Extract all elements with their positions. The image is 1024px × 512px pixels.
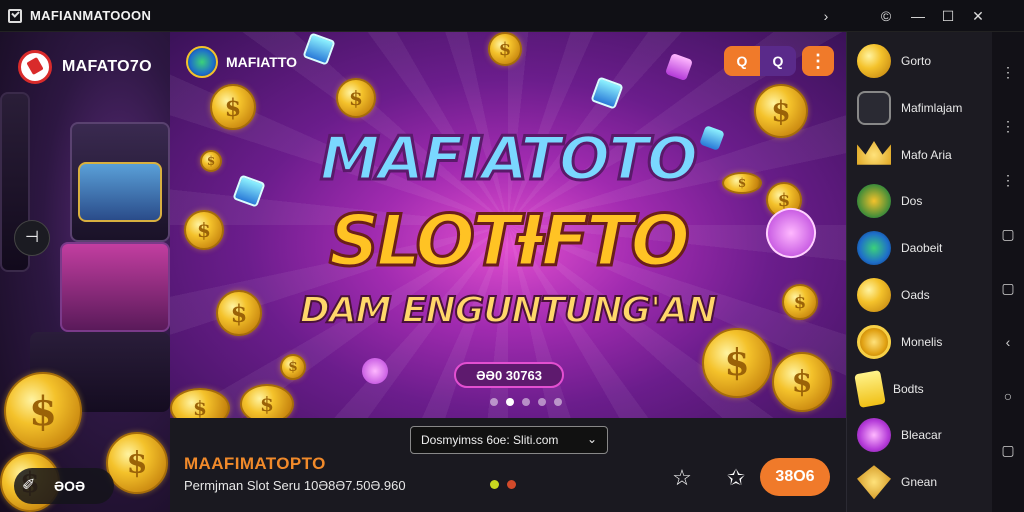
gold-coin-icon — [170, 388, 230, 418]
game-subtitle: Permjman Slot Seru 10Ə8Ə7.50Ə.960 — [184, 478, 406, 493]
card-icon — [854, 369, 886, 408]
sidebar-item[interactable]: Gnean — [847, 459, 993, 505]
sidebar-item-label: Daobeit — [901, 241, 943, 256]
collapse-button[interactable]: ⊣ — [14, 220, 50, 256]
tag-icon: ✐ — [22, 477, 36, 494]
sidebar-item-label: Bodts — [893, 381, 924, 396]
sidebar-item-label: Gorto — [901, 54, 932, 68]
sidebar-item-label: Mafimlajam — [901, 100, 963, 115]
sidebar-item-label: Gnean — [901, 475, 938, 490]
carousel-dot[interactable] — [538, 398, 546, 406]
sidebar-item-label: Monelis — [901, 334, 943, 349]
left-brand[interactable]: MAFATO7O — [18, 50, 152, 84]
headline-main: SLOTƗFTO — [327, 199, 691, 284]
left-footer-button[interactable]: ✐ ƏOƏ — [14, 468, 114, 504]
minimize-icon[interactable]: — — [908, 6, 928, 26]
gold-coin-icon — [857, 324, 891, 359]
sidebar-item[interactable]: Monelis — [847, 319, 993, 365]
star-outline-icon[interactable]: ☆ — [668, 464, 696, 492]
more-button[interactable]: ⋮ — [802, 46, 834, 76]
sidebar-item[interactable]: Oads — [847, 272, 993, 318]
maximize-icon[interactable]: ☐ — [938, 6, 958, 26]
sidebar-item[interactable]: Daobeit — [847, 225, 993, 271]
system-toolbar: ⋮ ⋮ ⋮ ▢ ▢ ‹ ○ ▢ — [992, 32, 1024, 512]
carousel-dot[interactable] — [490, 398, 498, 406]
carousel-dot[interactable] — [554, 398, 562, 406]
left-footer-text: ƏOƏ — [54, 478, 86, 494]
settings-icon[interactable]: © — [876, 6, 896, 26]
info-bar: Dosmyimss 6oe: Sliti.com ⌄ MAAFIMATOPTO … — [170, 418, 846, 512]
status-indicators — [490, 480, 516, 489]
banner-actions: Q Q ⋮ — [724, 46, 834, 76]
carousel-indicators — [490, 398, 562, 406]
game-title: MAAFIMATOPTO — [184, 454, 326, 473]
machine-icon — [857, 90, 891, 125]
headline-brand: MAFIATOTO — [318, 123, 699, 196]
sidebar-item[interactable]: Bodts — [847, 366, 993, 412]
purple-gem-icon — [857, 418, 891, 453]
slot-machine-image — [60, 242, 170, 332]
gold-coin-icon — [280, 354, 306, 380]
gold-coin-icon — [106, 432, 168, 494]
sidebar-item[interactable]: Mafo Aria — [847, 132, 993, 178]
url-dropdown[interactable]: Dosmyimss 6oe: Sliti.com ⌄ — [410, 426, 608, 454]
menu-icon[interactable]: ⋮ — [998, 62, 1018, 82]
title-bar: MAFIANMATOOON › © — ☐ ✕ — [0, 0, 1024, 32]
sidebar-item[interactable]: Bleacar — [847, 412, 993, 458]
copy-icon[interactable]: ▢ — [998, 278, 1018, 298]
brand-logo-icon — [18, 50, 52, 84]
app-checkbox-icon — [8, 8, 22, 23]
promo-badge[interactable]: ƏƏ0 30763 — [454, 362, 564, 388]
coin-icon — [857, 44, 891, 78]
left-panel: MAFATO7O ⊣ ✐ ƏOƏ — [0, 32, 170, 512]
sidebar-item-label: Mafo Aria — [901, 147, 952, 162]
sidebar-item-label: Bleacar — [901, 428, 942, 443]
left-brand-name: MAFATO7O — [62, 58, 152, 75]
sidebar-item[interactable]: Mafimlajam — [847, 85, 993, 131]
search-button[interactable]: Q — [724, 46, 760, 76]
slot-screen-image — [78, 162, 162, 222]
circle-icon[interactable]: ○ — [998, 386, 1018, 406]
gold-coin-icon — [772, 352, 832, 412]
star-bold-icon[interactable]: ✩ — [722, 464, 750, 492]
window-title: MAFIANMATOOON — [30, 8, 152, 23]
back-arrow-icon[interactable]: ‹ — [998, 332, 1018, 352]
headline-sub: DAM ENGUNTUNG'AN — [299, 289, 718, 332]
banner-brand-name: MAFIATTO — [226, 54, 298, 70]
expand-icon[interactable]: › — [816, 6, 836, 26]
status-dot — [490, 480, 499, 489]
banner-brand[interactable]: MAFIATTO — [186, 46, 297, 78]
carousel-dot[interactable] — [506, 398, 514, 406]
globe-icon — [857, 231, 891, 266]
status-dot — [507, 480, 516, 489]
gold-gem-icon — [857, 465, 891, 500]
carousel-dot[interactable] — [522, 398, 530, 406]
gold-coin-icon — [488, 32, 522, 66]
chevron-down-icon: ⌄ — [586, 432, 597, 446]
sidebar-item-label: Oads — [901, 288, 930, 302]
play-button[interactable]: 38O6 — [760, 458, 830, 496]
search-alt-button[interactable]: Q — [760, 46, 796, 76]
gold-coin-icon — [702, 328, 772, 398]
gold-coin-icon — [4, 372, 82, 450]
square-outline-icon[interactable]: ▢ — [998, 440, 1018, 460]
sidebar-item[interactable]: Gorto — [847, 38, 993, 84]
gold-coin-icon — [240, 384, 294, 418]
crown-icon — [857, 140, 891, 165]
layers-icon[interactable]: ⋮ — [998, 170, 1018, 190]
sidebar-item[interactable]: Dos — [847, 178, 993, 224]
hero-banner[interactable]: MAFIATTO Q Q ⋮ MAFIATOTO SLOTƗFTO DAM EN… — [170, 32, 846, 418]
coin-icon — [857, 278, 891, 312]
square-icon[interactable]: ▢ — [998, 224, 1018, 244]
url-dropdown-value: Dosmyimss 6oe: Sliti.com — [421, 433, 559, 447]
grid-icon[interactable]: ⋮ — [998, 116, 1018, 136]
game-list-sidebar: Gorto Mafimlajam Mafo Aria Dos Daobeit Oads Mo… — [846, 32, 992, 512]
character-icon — [857, 184, 891, 219]
close-icon[interactable]: ✕ — [968, 6, 988, 26]
sidebar-item-label: Dos — [901, 194, 923, 209]
brand-globe-icon — [186, 46, 218, 78]
search-pill: Q Q — [724, 46, 796, 76]
gold-coin-icon — [336, 78, 376, 118]
